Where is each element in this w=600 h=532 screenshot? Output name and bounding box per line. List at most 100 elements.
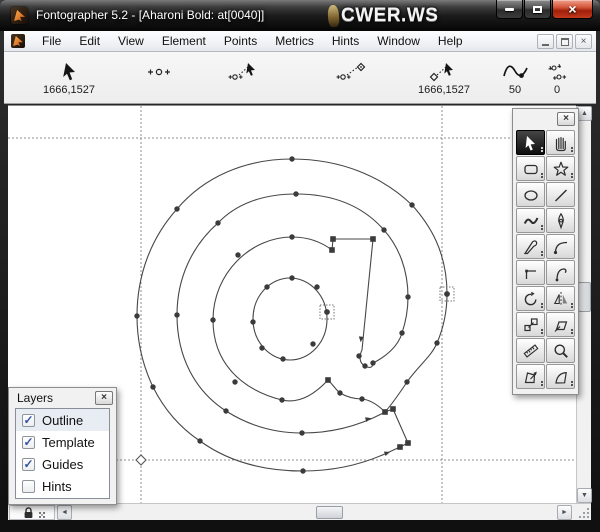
subtool-indicator-icon xyxy=(571,384,573,386)
mdi-restore-button[interactable] xyxy=(556,34,573,49)
point-to-diamond-icon xyxy=(321,61,383,83)
curve-tension-icon xyxy=(490,61,540,83)
menu-item-element[interactable]: Element xyxy=(153,31,215,51)
subtool-indicator-icon xyxy=(541,176,543,178)
layer-row-outline[interactable]: ✓ Outline xyxy=(16,409,109,431)
mdi-close-icon: × xyxy=(581,37,587,47)
menu-item-help[interactable]: Help xyxy=(429,31,472,51)
arc-icon xyxy=(552,368,570,386)
tool-star[interactable] xyxy=(546,156,575,181)
subtool-indicator-icon xyxy=(571,306,573,308)
tool-measure[interactable] xyxy=(516,338,545,363)
toolbar-readout-point-pair: 0 xyxy=(534,61,580,96)
maximize-button[interactable] xyxy=(524,0,551,19)
layer-label: Template xyxy=(42,435,95,450)
tool-knife[interactable] xyxy=(516,234,545,259)
layer-label: Outline xyxy=(42,413,83,428)
scroll-up-icon: ▲ xyxy=(581,110,588,117)
mascot-icon xyxy=(327,5,340,28)
horizontal-scroll-thumb[interactable] xyxy=(316,506,343,519)
tool-freehand[interactable] xyxy=(516,208,545,233)
scroll-left-button[interactable]: ◄ xyxy=(57,505,72,520)
hook-icon xyxy=(552,264,570,282)
layer-checkbox-outline[interactable]: ✓ xyxy=(22,414,35,427)
origin-diamond-marker[interactable] xyxy=(136,455,146,465)
minimize-icon xyxy=(505,8,514,11)
tool-rotate[interactable] xyxy=(516,286,545,311)
subtool-indicator-icon xyxy=(541,228,543,230)
point-pair-icon xyxy=(534,61,580,83)
menu-item-file[interactable]: File xyxy=(33,31,70,51)
point-to-cursor-icon xyxy=(207,61,281,83)
tool-grid xyxy=(516,130,575,389)
reflect-icon xyxy=(552,290,570,308)
tool-zoom[interactable] xyxy=(546,338,575,363)
tool-curve[interactable] xyxy=(546,234,575,259)
app-arrow-icon xyxy=(14,10,25,21)
skew-icon xyxy=(552,316,570,334)
mdi-close-button[interactable]: × xyxy=(575,34,592,49)
layer-checkbox-template[interactable]: ✓ xyxy=(22,436,35,449)
tool-pen[interactable] xyxy=(546,208,575,233)
scroll-down-button[interactable]: ▼ xyxy=(577,488,592,503)
toolbar-readout-point-to-cursor xyxy=(207,61,281,83)
layer-row-template[interactable]: ✓ Template xyxy=(16,431,109,453)
horizontal-scrollbar[interactable]: ◄ ► xyxy=(8,503,591,520)
tool-arc[interactable] xyxy=(546,364,575,389)
subtool-indicator-icon xyxy=(541,150,543,152)
tool-perspective[interactable] xyxy=(516,364,545,389)
maximize-icon xyxy=(533,6,542,13)
tool-hand[interactable] xyxy=(546,130,575,155)
resize-grip[interactable] xyxy=(575,505,591,520)
menu-item-view[interactable]: View xyxy=(109,31,153,51)
menu-item-points[interactable]: Points xyxy=(215,31,266,51)
layer-checkbox-guides[interactable]: ✓ xyxy=(22,458,35,471)
mdi-minimize-button[interactable] xyxy=(537,34,554,49)
menu-item-hints[interactable]: Hints xyxy=(323,31,368,51)
layer-label: Hints xyxy=(42,479,72,494)
subtool-indicator-icon xyxy=(541,254,543,256)
vertical-scroll-thumb[interactable] xyxy=(578,282,591,312)
mdi-minimize-icon xyxy=(542,44,549,46)
layer-row-hints[interactable]: Hints xyxy=(16,475,109,497)
toolbar-value: 1666,1527 xyxy=(40,84,98,96)
layer-row-guides[interactable]: ✓ Guides xyxy=(16,453,109,475)
layer-label: Guides xyxy=(42,457,83,472)
curve-icon xyxy=(552,238,570,256)
palette-close-button[interactable]: × xyxy=(557,112,575,126)
control-point-icon xyxy=(130,61,188,83)
minimize-button[interactable] xyxy=(496,0,523,19)
document-icon[interactable] xyxy=(11,34,25,48)
layer-checkbox-hints[interactable] xyxy=(22,480,35,493)
fontographer-window: Fontographer 5.2 - [Aharoni Bold: at[004… xyxy=(0,0,600,532)
tool-reflect[interactable] xyxy=(546,286,575,311)
layers-close-button[interactable]: × xyxy=(95,391,113,405)
rotate-icon xyxy=(522,290,540,308)
scroll-left-icon: ◄ xyxy=(61,509,68,516)
close-button[interactable]: × xyxy=(552,0,593,19)
tool-ellipse[interactable] xyxy=(516,182,545,207)
toolbar-value: 50 xyxy=(490,84,540,96)
tool-scale[interactable] xyxy=(516,312,545,337)
lock-box[interactable] xyxy=(9,505,55,520)
title-bar: Fontographer 5.2 - [Aharoni Bold: at[004… xyxy=(0,0,600,31)
menu-item-edit[interactable]: Edit xyxy=(70,31,109,51)
scroll-right-button[interactable]: ► xyxy=(557,505,572,520)
tool-skew[interactable] xyxy=(546,312,575,337)
layers-close-icon: × xyxy=(101,392,107,403)
tool-hook[interactable] xyxy=(546,260,575,285)
glyph-contours[interactable] xyxy=(137,159,447,471)
toolbar-readout-point-to-diamond xyxy=(321,61,383,83)
snap-grid-icon xyxy=(39,512,41,514)
tool-line[interactable] xyxy=(546,182,575,207)
tool-rounded-rect[interactable] xyxy=(516,156,545,181)
tool-corner[interactable] xyxy=(516,260,545,285)
menu-item-metrics[interactable]: Metrics xyxy=(266,31,323,51)
ellipse-icon xyxy=(522,186,540,204)
star-icon xyxy=(552,160,570,178)
toolbar-readout-control-point xyxy=(130,61,188,83)
menu-item-window[interactable]: Window xyxy=(368,31,429,51)
tool-pointer[interactable] xyxy=(516,130,545,155)
corner-icon xyxy=(522,264,540,282)
scroll-up-button[interactable]: ▲ xyxy=(577,106,592,121)
